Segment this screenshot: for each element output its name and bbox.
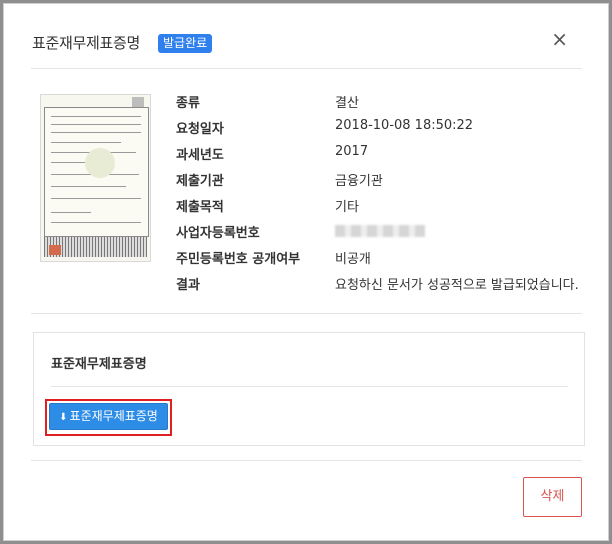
label-result: 결과 [176,278,200,293]
modal-title: 표준재무제표증명 [32,34,141,52]
label-type: 종류 [176,96,200,111]
panel-title: 표준재무제표증명 [51,357,147,372]
label-tax-year: 과세년도 [176,148,224,163]
download-button-label: 표준재무제표증명 [69,409,158,423]
footer-divider [31,460,582,461]
header-divider [31,68,582,69]
value-submit-agency: 금융기관 [335,174,383,189]
stamp-mark [132,97,144,107]
modal-dialog: 표준재무제표증명 발급완료 × 종류 결산 요청일자 2018-10-08 18… [3,3,609,541]
download-icon: ⬇ [59,412,68,423]
label-request-date: 요청일자 [176,122,224,137]
value-result: 요청하신 문서가 성공적으로 발급되었습니다. [335,278,579,293]
document-paper [44,107,149,237]
label-submit-agency: 제출기관 [176,174,224,189]
value-tax-year: 2017 [335,144,369,159]
masked-business-number [335,225,425,237]
panel-divider [51,386,568,387]
download-panel: 표준재무제표증명 ⬇ 표준재무제표증명 [33,332,585,446]
label-resident-number-disclosure: 주민등록번호 공개여부 [176,252,301,267]
value-submit-purpose: 기타 [335,200,359,215]
value-request-date: 2018-10-08 18:50:22 [335,118,474,133]
close-icon[interactable]: × [551,29,568,49]
document-thumbnail [40,94,151,262]
delete-button[interactable]: 삭제 [523,477,582,517]
modal-header: 표준재무제표증명 발급완료 × [4,4,608,71]
red-stamp [49,245,61,255]
label-business-number: 사업자등록번호 [176,226,260,241]
label-submit-purpose: 제출목적 [176,200,224,215]
download-button[interactable]: ⬇ 표준재무제표증명 [49,403,168,430]
info-divider [31,313,582,314]
watermark-seal [85,148,115,178]
value-resident-number-disclosure: 비공개 [335,252,371,267]
status-badge: 발급완료 [158,34,213,53]
value-type: 결산 [335,96,359,111]
